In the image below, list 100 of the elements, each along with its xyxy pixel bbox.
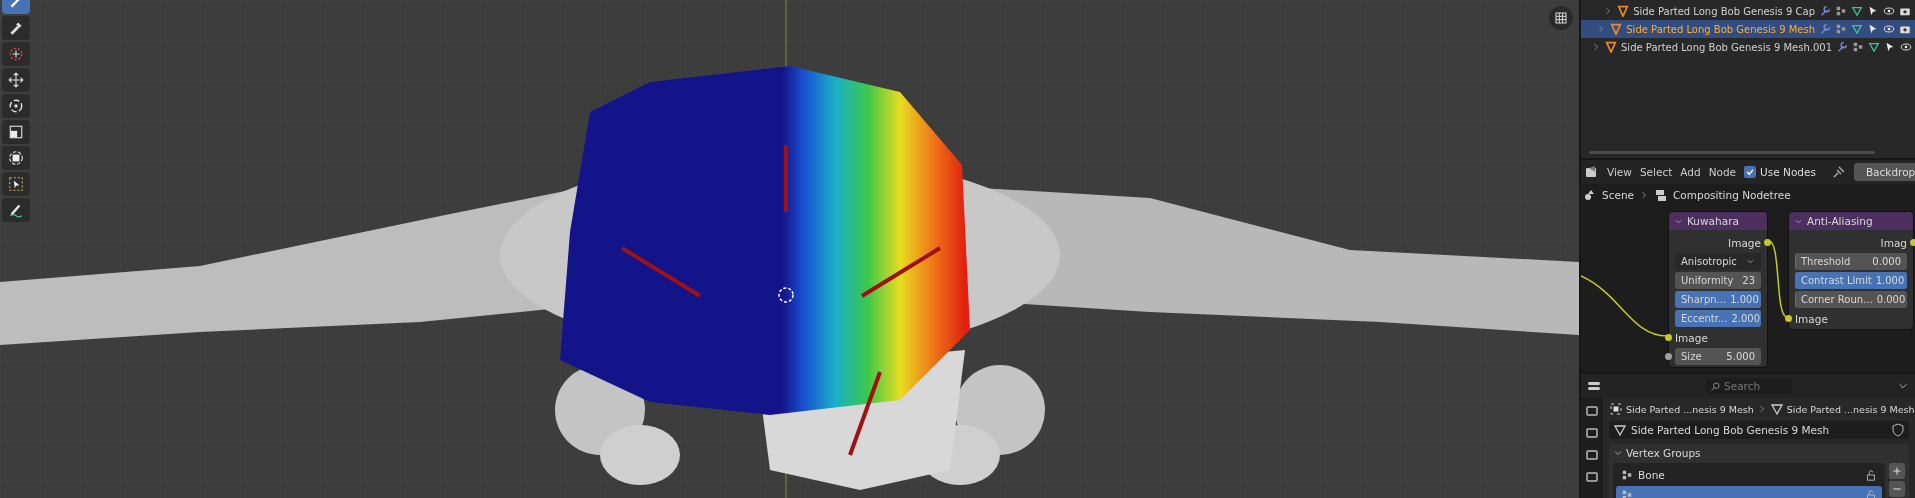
pin-icon (1831, 165, 1846, 179)
mesh-data-icon (1769, 402, 1784, 416)
tool-button[interactable] (2, 172, 30, 196)
socket-label: Image (1795, 312, 1828, 325)
wrench-icon (1819, 23, 1831, 35)
input-socket[interactable] (1665, 334, 1672, 341)
node-title: Anti-Aliasing (1807, 215, 1873, 227)
transform-icon (8, 150, 24, 166)
field-value: 5.000 (1726, 351, 1755, 362)
field-label: Corner Roun... (1801, 294, 1873, 305)
panel-header[interactable]: Vertex Groups (1613, 447, 1905, 459)
slider-field[interactable]: Threshold 0.000 (1795, 253, 1907, 270)
node-title: Kuwahara (1687, 215, 1739, 227)
field-value: 2.000 (1731, 313, 1761, 324)
scale-icon (8, 124, 24, 140)
menu-item[interactable]: Node (1708, 166, 1737, 178)
add-button[interactable] (1889, 463, 1905, 479)
pointer-icon (1884, 41, 1896, 53)
field-label: Contrast Limit (1801, 275, 1872, 286)
slider-field[interactable]: Eccentr... 2.000 (1675, 310, 1761, 327)
shield-icon (1891, 423, 1905, 437)
checkbox[interactable] (1744, 166, 1757, 178)
outliner-row[interactable]: Side Parted Long Bob Genesis 9 Mesh (1581, 20, 1915, 38)
tool-button[interactable] (2, 146, 30, 170)
breadcrumb-item[interactable]: Compositing Nodetree (1673, 189, 1791, 201)
search-icon (1710, 381, 1721, 392)
field-value: 23 (1742, 275, 1755, 286)
move-icon (8, 72, 24, 88)
input-socket[interactable] (1785, 315, 1792, 322)
annotate-eyedropper-icon (8, 20, 24, 36)
eye-icon (1883, 23, 1895, 35)
expanded-chevron-icon (1613, 448, 1623, 458)
menu-item[interactable]: View (1607, 166, 1632, 178)
input-socket[interactable] (1665, 353, 1672, 360)
field-label: Eccentr... (1681, 313, 1728, 324)
breadcrumb-item[interactable]: Scene (1602, 189, 1634, 201)
field-value: 1.000 (1730, 294, 1759, 305)
eye-icon (1900, 41, 1912, 53)
tool-button[interactable] (2, 198, 30, 222)
outliner-row[interactable]: Side Parted Long Bob Genesis 9 Mesh.001 (1581, 38, 1915, 56)
menu-item[interactable]: Select (1639, 166, 1673, 178)
number-field[interactable]: Size 5.000 (1675, 348, 1761, 365)
slider-field[interactable]: Corner Roun... 0.000 (1795, 291, 1907, 308)
backdrop-button[interactable]: Backdrop (1853, 163, 1915, 181)
use-nodes-checkbox[interactable]: Use Nodes (1744, 166, 1816, 178)
properties-editor-icon (1587, 379, 1601, 393)
object-name: Side Parted Long Bob Genesis 9 Mesh.001 (1621, 41, 1832, 53)
cursor-icon (778, 287, 794, 303)
remove-button[interactable] (1889, 481, 1905, 497)
tool-button[interactable] (2, 94, 30, 118)
outliner-row[interactable]: Side Parted Long Bob Genesis 9 Cap (1581, 2, 1915, 20)
scene-icon (1583, 188, 1597, 202)
pointer-icon (1867, 23, 1879, 35)
object-name: Side Parted Long Bob Genesis 9 Mesh (1626, 23, 1815, 35)
output-socket[interactable] (1764, 239, 1771, 246)
socket-label: Image (1728, 236, 1761, 249)
node-tree-icon (1654, 188, 1668, 202)
number-field[interactable]: Uniformity 23 (1675, 272, 1761, 289)
mesh-data-icon (1851, 5, 1863, 17)
breadcrumb-item[interactable]: Side Parted ...nesis 9 Mesh (1626, 403, 1754, 415)
mesh-object-icon (1617, 5, 1630, 17)
field-value: 0.000 (1872, 256, 1901, 267)
socket-label: Imag (1880, 236, 1907, 249)
menu-item[interactable]: Add (1680, 166, 1701, 178)
unlocked-icon (1865, 469, 1877, 481)
camera-icon (1899, 5, 1911, 17)
eye-icon (1883, 5, 1895, 17)
mesh-data-field[interactable]: Side Parted Long Bob Genesis 9 Mesh (1609, 421, 1909, 439)
plus-icon (1892, 466, 1902, 476)
cursor-icon (8, 46, 24, 62)
vertex-groups-icon (1835, 5, 1847, 17)
chevron-icon (1639, 190, 1649, 200)
mesh-data-icon (1613, 423, 1627, 437)
search-field[interactable]: Search (1706, 378, 1792, 394)
node-editor-icon (1585, 165, 1599, 179)
annotate-icon (8, 202, 24, 218)
tool-button[interactable] (2, 120, 30, 144)
rotate-icon (8, 98, 24, 114)
tool-button[interactable] (2, 16, 30, 40)
slider-field[interactable]: Contrast Limit 1.000 (1795, 272, 1907, 289)
editor-type-button[interactable] (1585, 165, 1599, 179)
select-box-icon (8, 176, 24, 192)
unlocked-icon (1865, 489, 1877, 498)
tool-button[interactable] (2, 68, 30, 92)
object-icon (1609, 402, 1623, 416)
camera-icon (1899, 23, 1911, 35)
wrench-icon (1836, 41, 1848, 53)
grid-icon (1554, 11, 1568, 25)
output-socket[interactable] (1910, 239, 1915, 246)
mesh-data-icon (1851, 23, 1863, 35)
bone-line (784, 145, 788, 212)
field-label: Size (1681, 351, 1702, 362)
object-name: Side Parted Long Bob Genesis 9 Cap (1633, 5, 1815, 17)
chevron-icon (1746, 257, 1755, 266)
breadcrumb-item[interactable]: Side Parted ...nesis 9 Mesh (1786, 403, 1915, 415)
field-label: Uniformity (1681, 275, 1734, 286)
mode-dropdown[interactable]: Anisotropic (1675, 253, 1761, 270)
vertex-groups-icon (1835, 23, 1847, 35)
pointer-icon (1867, 5, 1879, 17)
slider-field[interactable]: Sharpn... 1.000 (1675, 291, 1761, 308)
